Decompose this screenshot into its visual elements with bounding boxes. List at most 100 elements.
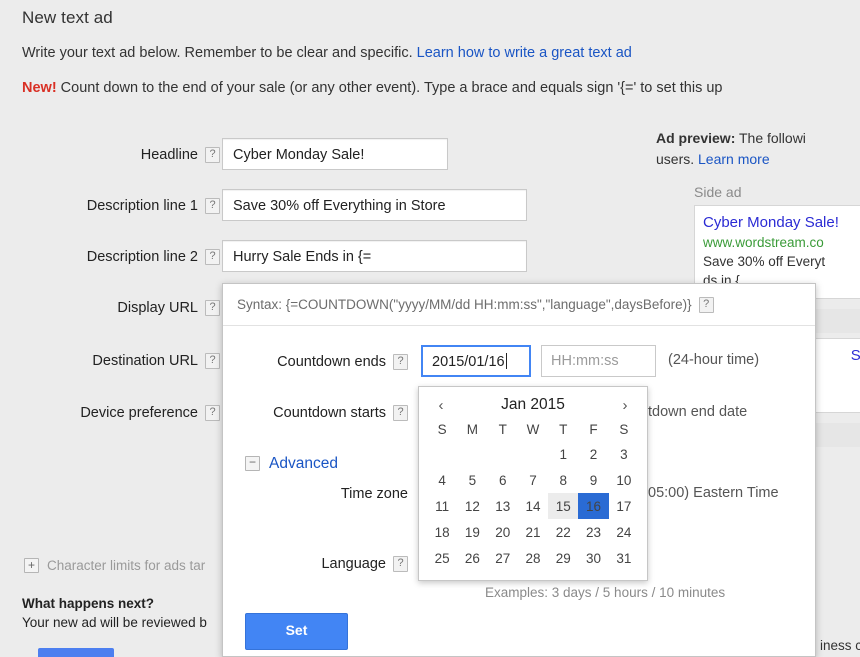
help-icon[interactable]: ? bbox=[205, 147, 220, 163]
plus-icon[interactable]: + bbox=[24, 558, 39, 573]
countdown-ends-label: Countdown ends? bbox=[223, 345, 408, 379]
field-label: Headline? bbox=[0, 138, 220, 172]
learn-more-link[interactable]: Learn more bbox=[698, 151, 770, 167]
calendar-day[interactable]: 8 bbox=[548, 467, 578, 493]
countdown-starts-help-icon[interactable]: ? bbox=[393, 405, 408, 421]
save-ad-button-partial[interactable] bbox=[38, 648, 114, 657]
time-format-hint: (24-hour time) bbox=[668, 352, 760, 368]
preview-ad-title: Cyber Monday Sale! bbox=[703, 214, 839, 231]
countdown-end-date-input[interactable]: 2015/01/16 bbox=[421, 345, 531, 377]
calendar-day-empty bbox=[518, 441, 548, 467]
calendar-day[interactable]: 6 bbox=[488, 467, 518, 493]
calendar-day[interactable]: 16 bbox=[578, 493, 609, 519]
calendar-month-label: Jan 2015 bbox=[501, 396, 565, 413]
help-icon[interactable]: ? bbox=[205, 198, 220, 214]
calendar-weekday: S bbox=[437, 421, 447, 437]
language-help-icon[interactable]: ? bbox=[393, 556, 408, 572]
calendar-day[interactable]: 23 bbox=[578, 519, 608, 545]
countdown-syntax-text: Syntax: {=COUNTDOWN("yyyy/MM/dd HH:mm:ss… bbox=[237, 297, 692, 312]
timezone-label: Time zone bbox=[340, 486, 408, 502]
calendar-day[interactable]: 20 bbox=[488, 519, 518, 545]
set-button[interactable]: Set bbox=[245, 613, 348, 650]
calendar-week-row: 4 5 6 7 8 9 10 bbox=[427, 467, 639, 493]
timezone-value[interactable]: 05:00) Eastern Time bbox=[648, 485, 779, 501]
calendar-day[interactable]: 7 bbox=[518, 467, 548, 493]
countdown-ends-row: Countdown ends? 2015/01/16 HH:mm:ss (24-… bbox=[223, 345, 815, 379]
field-input[interactable]: Save 30% off Everything in Store bbox=[222, 189, 527, 221]
calendar-day[interactable]: 11 bbox=[427, 493, 457, 519]
calendar-weekday: W bbox=[526, 421, 540, 437]
advanced-toggle-row[interactable]: − Advanced bbox=[245, 455, 338, 473]
calendar-weekday-row: SMTWTFS bbox=[427, 417, 639, 441]
calendar-weekday: T bbox=[559, 421, 568, 437]
countdown-ends-help-icon[interactable]: ? bbox=[393, 354, 408, 370]
countdown-ends-label-text: Countdown ends bbox=[277, 354, 386, 370]
calendar-day[interactable]: 26 bbox=[457, 545, 487, 571]
calendar-day[interactable]: 17 bbox=[609, 493, 639, 519]
calendar-day[interactable]: 5 bbox=[457, 467, 487, 493]
calendar-header: ‹ Jan 2015 › bbox=[427, 393, 639, 417]
field-label-text: Display URL bbox=[117, 300, 198, 316]
calendar-week-row: 11 12 13 14 15 16 17 bbox=[427, 493, 639, 519]
intro-line-2: New! Count down to the end of your sale … bbox=[22, 80, 723, 96]
help-icon[interactable]: ? bbox=[205, 249, 220, 265]
help-icon[interactable]: ? bbox=[205, 353, 220, 369]
calendar-day[interactable]: 27 bbox=[488, 545, 518, 571]
syntax-help-icon[interactable]: ? bbox=[698, 297, 714, 313]
field-label-text: Description line 1 bbox=[86, 198, 198, 214]
calendar-day[interactable]: 19 bbox=[457, 519, 487, 545]
calendar-day[interactable]: 21 bbox=[518, 519, 548, 545]
chevron-right-icon[interactable]: › bbox=[617, 397, 633, 414]
help-icon[interactable]: ? bbox=[205, 300, 220, 316]
calendar-day[interactable]: 29 bbox=[548, 545, 578, 571]
preview-ad-desc-1: Save 30% off Everyt bbox=[703, 254, 826, 269]
calendar-day[interactable]: 4 bbox=[427, 467, 457, 493]
calendar-weekday: T bbox=[498, 421, 507, 437]
page-title: New text ad bbox=[22, 8, 113, 27]
calendar-day[interactable]: 14 bbox=[518, 493, 548, 519]
calendar-day[interactable]: 15 bbox=[548, 493, 579, 519]
chevron-left-icon[interactable]: ‹ bbox=[433, 397, 449, 414]
calendar-day-empty bbox=[427, 441, 457, 467]
minus-icon[interactable]: − bbox=[245, 456, 260, 471]
countdown-starts-label: Countdown starts? bbox=[223, 396, 408, 430]
field-label: Destination URL? bbox=[0, 344, 220, 378]
advanced-label[interactable]: Advanced bbox=[269, 455, 338, 472]
countdown-end-date-value: 2015/01/16 bbox=[432, 354, 505, 370]
text-caret bbox=[505, 353, 507, 369]
field-input[interactable]: Cyber Monday Sale! bbox=[222, 138, 448, 170]
screen-root: New text ad Write your text ad below. Re… bbox=[0, 0, 860, 657]
ad-preview-intro-text: The followi bbox=[735, 130, 806, 146]
countdown-end-time-input[interactable]: HH:mm:ss bbox=[541, 345, 656, 377]
calendar-day[interactable]: 31 bbox=[609, 545, 639, 571]
form-row: Headline? Cyber Monday Sale! bbox=[0, 138, 640, 172]
calendar-day[interactable]: 18 bbox=[427, 519, 457, 545]
calendar-day[interactable]: 28 bbox=[518, 545, 548, 571]
calendar-day[interactable]: 10 bbox=[609, 467, 639, 493]
calendar-week-row: 18 19 20 21 22 23 24 bbox=[427, 519, 639, 545]
calendar-day[interactable]: 12 bbox=[457, 493, 487, 519]
date-picker-calendar[interactable]: ‹ Jan 2015 › SMTWTFS 1 2 3 4 5 6 7 8 9 10 11 12 13 14… bbox=[418, 386, 648, 581]
ad-preview-label: Ad preview: bbox=[656, 130, 736, 146]
calendar-day-empty bbox=[457, 441, 487, 467]
calendar-day[interactable]: 13 bbox=[488, 493, 518, 519]
help-icon[interactable]: ? bbox=[205, 405, 220, 421]
field-label-text: Description line 2 bbox=[86, 249, 198, 265]
character-limits-row[interactable]: + Character limits for ads tar bbox=[24, 558, 205, 573]
calendar-day[interactable]: 1 bbox=[548, 441, 578, 467]
field-label: Device preference? bbox=[0, 396, 220, 430]
field-label-text: Destination URL bbox=[92, 353, 198, 369]
calendar-day-empty bbox=[488, 441, 518, 467]
calendar-day[interactable]: 22 bbox=[548, 519, 578, 545]
calendar-day[interactable]: 9 bbox=[578, 467, 608, 493]
intro-line-1: Write your text ad below. Remember to be… bbox=[22, 45, 632, 61]
field-input[interactable]: Hurry Sale Ends in {= bbox=[222, 240, 527, 272]
calendar-day[interactable]: 24 bbox=[609, 519, 639, 545]
calendar-day[interactable]: 25 bbox=[427, 545, 457, 571]
calendar-day[interactable]: 30 bbox=[578, 545, 608, 571]
calendar-day[interactable]: 3 bbox=[609, 441, 639, 467]
countdown-setup-popup: Syntax: {=COUNTDOWN("yyyy/MM/dd HH:mm:ss… bbox=[222, 283, 816, 657]
calendar-day[interactable]: 2 bbox=[578, 441, 608, 467]
ad-preview-intro-line2: users. bbox=[656, 151, 699, 167]
learn-how-link[interactable]: Learn how to write a great text ad bbox=[417, 45, 632, 61]
